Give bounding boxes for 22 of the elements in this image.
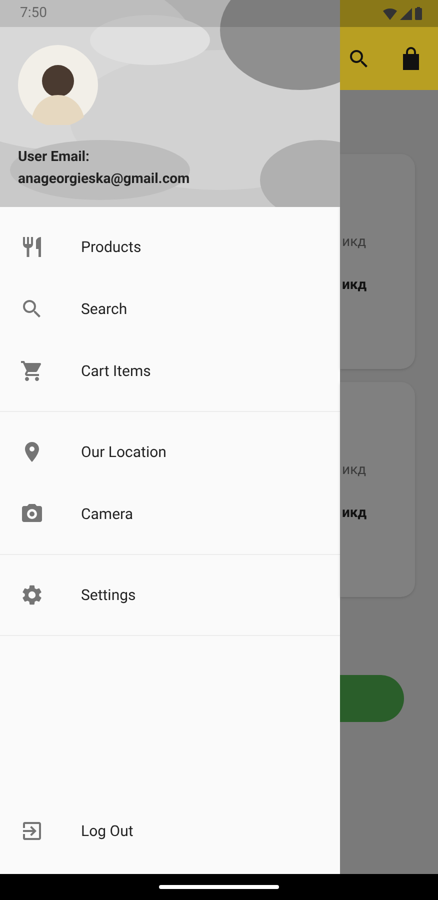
menu-item[interactable]: Camera bbox=[0, 483, 340, 545]
email-label: User Email: bbox=[18, 148, 90, 167]
menu-item[interactable]: Log Out bbox=[0, 800, 340, 862]
battery-icon bbox=[415, 7, 422, 20]
email-value: anageorgieska@gmail.com bbox=[18, 170, 191, 189]
price-text: икд bbox=[342, 276, 368, 295]
wifi-icon bbox=[383, 8, 397, 20]
price-text: икд bbox=[342, 461, 368, 480]
menu-item[interactable]: Products bbox=[0, 216, 340, 278]
menu-item[interactable]: Settings bbox=[0, 564, 340, 626]
fork-knife-icon bbox=[20, 235, 44, 259]
logout-icon bbox=[20, 819, 44, 843]
menu-item[interactable]: Search bbox=[0, 278, 340, 340]
settings-icon bbox=[20, 583, 44, 607]
shopping-bag-icon[interactable] bbox=[401, 46, 421, 70]
menu-item[interactable]: Our Location bbox=[0, 421, 340, 483]
signal-icon bbox=[400, 8, 412, 20]
price-text: икд bbox=[342, 233, 368, 252]
status-time: 7:50 bbox=[20, 4, 47, 23]
price-text: икд bbox=[342, 504, 368, 523]
cart-icon bbox=[20, 359, 44, 383]
menu-item[interactable]: Cart Items bbox=[0, 340, 340, 402]
